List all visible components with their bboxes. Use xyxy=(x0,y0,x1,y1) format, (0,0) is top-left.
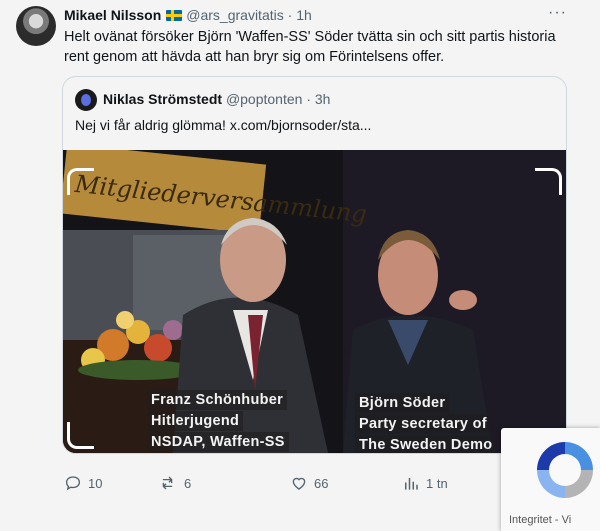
quoted-tweet-image[interactable]: Mitgliederversammlung Franz Schönhuber H… xyxy=(63,150,566,453)
tweet-time[interactable]: 1h xyxy=(296,7,312,23)
author-avatar[interactable] xyxy=(16,6,56,46)
crop-corner-icon xyxy=(67,422,94,449)
caption-right-line-1: Björn Söder xyxy=(355,393,450,413)
reply-icon xyxy=(65,476,81,491)
views-button[interactable]: 1 tn xyxy=(402,474,448,492)
like-count: 66 xyxy=(314,475,329,491)
separator: · xyxy=(287,7,293,23)
view-count: 1 tn xyxy=(426,475,448,491)
swedish-flag-icon xyxy=(166,10,183,21)
caption-left-line-3: NSDAP, Waffen-SS xyxy=(147,432,289,452)
recaptcha-label[interactable]: Integritet - Vi xyxy=(509,514,571,526)
tweet-text: Helt ovänat försöker Björn 'Waffen-SS' S… xyxy=(64,29,556,65)
caption-right-line-3: The Sweden Demo xyxy=(355,435,497,453)
caption-right-line-2: Party secretary of xyxy=(355,414,491,434)
crop-corner-icon xyxy=(535,168,562,195)
repost-count: 6 xyxy=(184,475,192,491)
like-button[interactable]: 66 xyxy=(290,474,328,492)
quoted-tweet[interactable]: Niklas Strömstedt @poptonten · 3h Nej vi… xyxy=(62,76,567,454)
crop-corner-icon xyxy=(67,168,94,195)
quoted-tweet-header: Niklas Strömstedt @poptonten · 3h xyxy=(103,91,330,107)
tweet-header: Mikael Nilsson @ars_gravitatis · 1h xyxy=(64,7,312,27)
author-name[interactable]: Mikael Nilsson xyxy=(64,7,161,23)
caption-left-line-1: Franz Schönhuber xyxy=(147,390,288,410)
photo-scene: Mitgliederversammlung xyxy=(63,150,566,453)
quoted-author-handle[interactable]: @poptonten xyxy=(226,91,303,107)
analytics-icon xyxy=(405,477,418,490)
quoted-author-name[interactable]: Niklas Strömstedt xyxy=(103,91,222,107)
reply-button[interactable]: 10 xyxy=(64,474,102,492)
more-options-icon[interactable]: ··· xyxy=(548,4,567,22)
reply-count: 10 xyxy=(88,475,103,491)
recaptcha-badge[interactable]: Integritet - Vi xyxy=(501,428,600,531)
quoted-tweet-time[interactable]: 3h xyxy=(315,91,331,107)
separator: · xyxy=(306,91,311,107)
quoted-tweet-text: Nej vi får aldrig glömma! x.com/bjornsod… xyxy=(75,117,372,133)
repost-icon xyxy=(162,476,173,490)
tweet-actions: 10 6 66 1 tn xyxy=(64,474,564,494)
quoted-author-avatar[interactable] xyxy=(75,89,97,111)
author-handle[interactable]: @ars_gravitatis xyxy=(186,7,283,23)
repost-button[interactable]: 6 xyxy=(160,474,191,492)
heart-icon xyxy=(292,477,306,490)
tweet[interactable]: Mikael Nilsson @ars_gravitatis · 1h ··· H… xyxy=(0,0,600,500)
recaptcha-icon xyxy=(537,442,593,498)
caption-left-line-2: Hitlerjugend xyxy=(147,411,244,431)
